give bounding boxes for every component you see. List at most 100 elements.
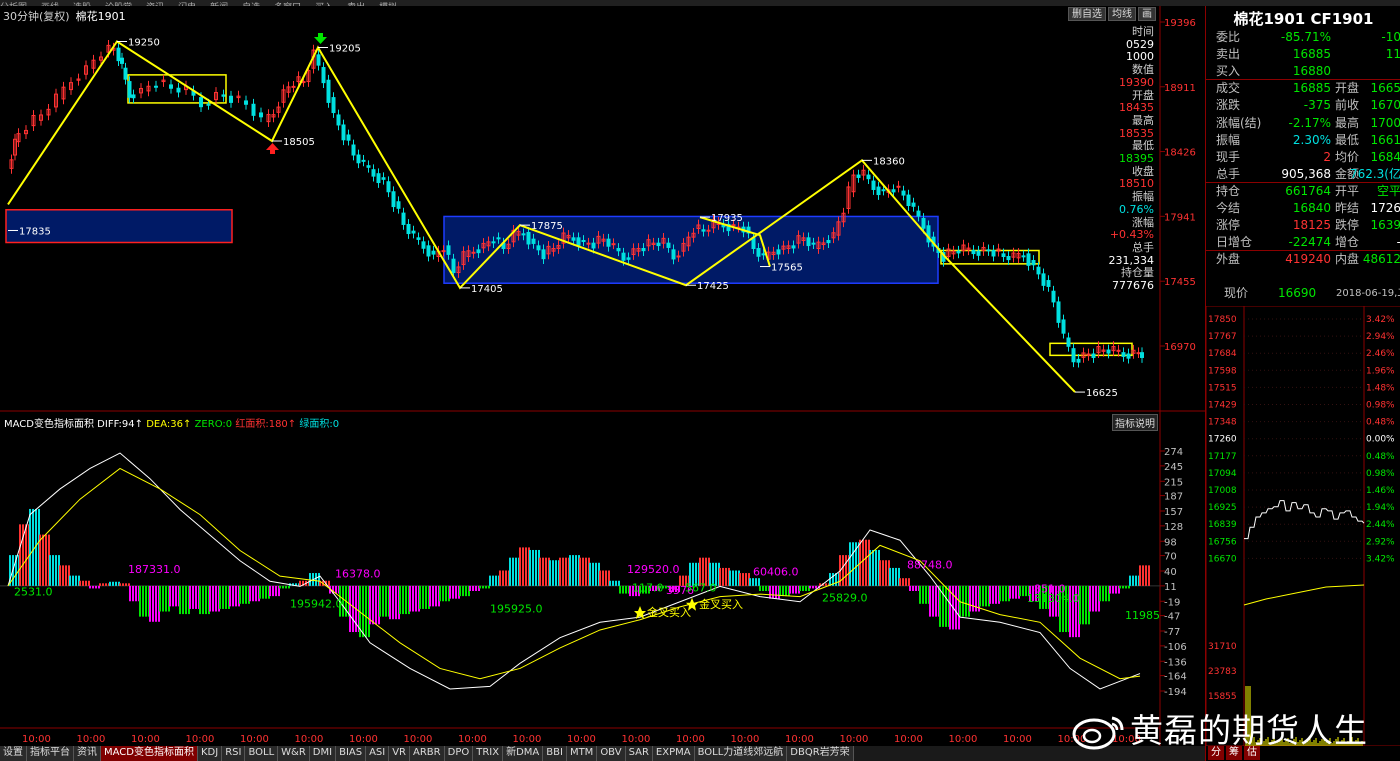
quote-value: 16880 [1292, 64, 1331, 79]
macd-axis-label: 40 [1164, 567, 1177, 578]
candle [244, 100, 248, 105]
mini-right-label: 2.92% [1366, 537, 1395, 547]
quote-label: 前收 [1335, 98, 1360, 113]
indicator-tab[interactable]: BOLL力道线郊远航 [694, 746, 788, 761]
mini-left-label: 16756 [1208, 537, 1237, 547]
indicator-tab[interactable]: 资讯 [74, 746, 101, 761]
candle [406, 223, 411, 235]
indicator-help-button[interactable]: 指标说明 [1112, 414, 1158, 431]
candle [1066, 337, 1071, 347]
price-axis-label: 18911 [1164, 83, 1196, 94]
candle [131, 94, 136, 99]
time-axis-label: 10:00 [77, 734, 106, 745]
weibo-logo-icon [1072, 716, 1124, 750]
price-extreme-label: 18505 [283, 137, 315, 148]
indicator-tab[interactable]: ASI [366, 746, 390, 761]
indicator-tab[interactable]: MACD变色指标面积 [101, 746, 198, 761]
indicator-tab[interactable]: BIAS [336, 746, 367, 761]
mini-right-label: 2.94% [1366, 332, 1395, 342]
indicator-tab[interactable]: 指标平台 [27, 746, 74, 761]
indicator-tab[interactable]: ARBR [410, 746, 445, 761]
candle [1026, 253, 1031, 266]
quote-row: 今结 16840 昨结 1726 [1206, 200, 1400, 217]
quote-value: -2.17% [1288, 115, 1331, 130]
indicator-tab[interactable]: DPO [444, 746, 474, 761]
quote-label: 现手 [1216, 149, 1241, 164]
mini-right-label: 3.42% [1366, 315, 1395, 325]
macd-axis-label: 11 [1164, 582, 1177, 593]
candle [1091, 353, 1096, 358]
remove-favorite-button[interactable]: 删自选 [1068, 7, 1106, 21]
quote-label: 最高 [1335, 115, 1360, 130]
mini-right-label: 0.48% [1366, 418, 1395, 428]
quote-row: 涨跌 -375 前收 1670 [1206, 97, 1400, 114]
quote-row: 现手 2 均价 1684 [1206, 149, 1400, 166]
mini-right-label: 3.42% [1366, 554, 1395, 564]
quote-value: 419240 [1285, 252, 1331, 267]
time-axis-label: 10:00 [622, 734, 651, 745]
time-axis-label: 10:00 [349, 734, 378, 745]
indicator-tab[interactable]: 新DMA [503, 746, 544, 761]
quote-label: 今结 [1216, 201, 1241, 215]
indicator-tab[interactable]: EXPMA [652, 746, 695, 761]
time-axis-label: 10:00 [1003, 734, 1032, 745]
chart-title: 30分钟(复权) 棉花1901 [3, 8, 126, 24]
quote-title: 棉花1901 CF1901 [1233, 10, 1374, 28]
indicator-tab[interactable]: BOLL [245, 746, 279, 761]
quote-date: 2018-06-19,二 [1336, 288, 1400, 299]
candle [866, 174, 871, 180]
quote-row: 持仓 661764 开平 空平 [1206, 183, 1400, 200]
quote-label: 涨幅(结) [1216, 115, 1262, 130]
candle [321, 67, 326, 84]
watermark-text: 黄磊的期货人生 [1130, 711, 1368, 750]
candle [641, 248, 646, 252]
draw-button[interactable]: 画 [1138, 7, 1156, 21]
macd-area-label: 2531.0 [14, 586, 53, 599]
indicator-tab[interactable]: KDJ [197, 746, 223, 761]
kline-chart[interactable]: 19396 18911 18426 17941 17455 16970 19250 1920… [0, 6, 1205, 746]
chart-instrument: 棉花1901 [75, 10, 126, 23]
mini-left-label: 17094 [1208, 469, 1237, 479]
info-value: 777676 [1112, 279, 1154, 293]
candle [921, 217, 926, 229]
candle [1126, 353, 1131, 359]
candle [1046, 280, 1051, 287]
indicator-tab[interactable]: SAR [625, 746, 653, 761]
macd-axis-label: -164 [1164, 672, 1187, 683]
price-extreme-label: 17935 [711, 213, 743, 224]
macd-header: MACD变色指标面积 DIFF:94↑ DEA:36↑ ZERO:0 红面积:1… [4, 415, 339, 430]
candle [381, 177, 386, 180]
candle [1006, 256, 1011, 261]
candle [476, 249, 481, 254]
quote-label: 开平 [1335, 183, 1360, 198]
candle [871, 180, 876, 190]
candle [221, 94, 226, 97]
indicator-tab[interactable]: 设置 [0, 746, 27, 761]
candle [706, 229, 711, 232]
quote-value: 16885 [1292, 47, 1331, 62]
indicator-tab[interactable]: BBI [543, 746, 567, 761]
quote-row: 买入 16880 [1206, 63, 1400, 80]
intraday-chart[interactable]: 17850 17767 17684 17598 17515 17429 17348 17260… [1206, 306, 1400, 746]
indicator-tab[interactable]: W&R [278, 746, 310, 761]
ma-button[interactable]: 均线 [1108, 7, 1136, 21]
indicator-tab[interactable]: DBQR岩芳荣 [787, 746, 854, 761]
candle [891, 189, 896, 193]
indicator-tab[interactable]: RSI [222, 746, 246, 761]
candle [701, 229, 706, 232]
indicator-tab[interactable]: VR [389, 746, 411, 761]
mini-right-label: 0.98% [1366, 401, 1395, 411]
quote-value: -85.71% [1280, 30, 1331, 44]
indicator-tab[interactable]: OBV [597, 746, 626, 761]
indicator-tab[interactable]: MTM [566, 746, 598, 761]
indicator-tab[interactable]: TRIX [473, 746, 504, 761]
indicator-tab[interactable]: DMI [309, 746, 337, 761]
candle [229, 95, 233, 103]
candle [1140, 352, 1144, 358]
time-axis-label: 10:00 [295, 734, 324, 745]
quote-value: 2.30% [1292, 132, 1331, 147]
candle [876, 186, 881, 196]
quote-value: 16840 [1292, 201, 1331, 215]
candle [1061, 319, 1066, 334]
quote-value: 661764 [1285, 183, 1331, 198]
